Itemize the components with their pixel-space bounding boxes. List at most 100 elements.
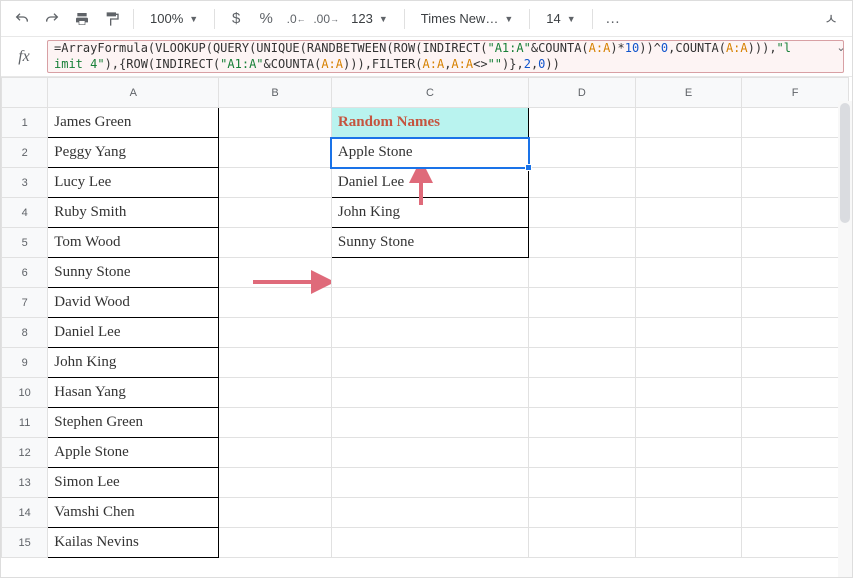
cell[interactable] <box>529 258 636 288</box>
cell[interactable] <box>635 228 742 258</box>
format-dropdown[interactable]: 123▼ <box>343 11 396 26</box>
cell[interactable] <box>742 258 849 288</box>
cell[interactable] <box>529 468 636 498</box>
row-header[interactable]: 4 <box>2 198 48 228</box>
font-dropdown[interactable]: Times New…▼ <box>413 11 521 26</box>
col-header-F[interactable]: F <box>742 78 849 108</box>
cell[interactable] <box>529 138 636 168</box>
cell[interactable] <box>219 318 332 348</box>
increase-decimal-button[interactable]: .00→ <box>313 6 339 32</box>
print-button[interactable] <box>69 6 95 32</box>
collapse-formula-icon[interactable]: ⌄ <box>833 41 849 57</box>
cell[interactable]: Tom Wood <box>48 228 219 258</box>
cell[interactable] <box>742 228 849 258</box>
cell[interactable] <box>635 258 742 288</box>
cell[interactable] <box>635 288 742 318</box>
row-header[interactable]: 12 <box>2 438 48 468</box>
col-header-A[interactable]: A <box>48 78 219 108</box>
cell[interactable]: Apple Stone <box>48 438 219 468</box>
cell[interactable] <box>635 468 742 498</box>
cell[interactable] <box>219 378 332 408</box>
more-button[interactable]: … <box>601 6 627 32</box>
row-header[interactable]: 1 <box>2 108 48 138</box>
percent-button[interactable]: % <box>253 6 279 32</box>
select-all-corner[interactable] <box>2 78 48 108</box>
cell[interactable] <box>635 408 742 438</box>
cell[interactable] <box>742 348 849 378</box>
cell[interactable]: Lucy Lee <box>48 168 219 198</box>
cell[interactable] <box>219 138 332 168</box>
vertical-scrollbar[interactable] <box>838 101 852 577</box>
cell[interactable] <box>635 168 742 198</box>
cell[interactable] <box>219 498 332 528</box>
cell[interactable]: Simon Lee <box>48 468 219 498</box>
cell[interactable] <box>529 408 636 438</box>
row-header[interactable]: 3 <box>2 168 48 198</box>
row-header[interactable]: 8 <box>2 318 48 348</box>
row-header[interactable]: 10 <box>2 378 48 408</box>
cell[interactable]: Hasan Yang <box>48 378 219 408</box>
cell[interactable] <box>742 288 849 318</box>
col-header-C[interactable]: C <box>331 78 528 108</box>
cell[interactable] <box>635 498 742 528</box>
cell[interactable]: Peggy Yang <box>48 138 219 168</box>
cell[interactable] <box>529 108 636 138</box>
cell[interactable]: Kailas Nevins <box>48 528 219 558</box>
cell[interactable] <box>742 198 849 228</box>
redo-button[interactable] <box>39 6 65 32</box>
paint-format-button[interactable] <box>99 6 125 32</box>
cell[interactable] <box>219 198 332 228</box>
row-header[interactable]: 13 <box>2 468 48 498</box>
cell[interactable] <box>219 228 332 258</box>
cell[interactable] <box>529 228 636 258</box>
row-header[interactable]: 11 <box>2 408 48 438</box>
cell[interactable] <box>742 498 849 528</box>
decrease-decimal-button[interactable]: .0← <box>283 6 309 32</box>
cell[interactable] <box>219 468 332 498</box>
cell[interactable]: John King <box>331 198 528 228</box>
expand-up-icon[interactable]: ㅅ <box>818 6 844 32</box>
cell[interactable]: John King <box>48 348 219 378</box>
cell[interactable] <box>635 438 742 468</box>
spreadsheet-grid[interactable]: A B C D E F 1James GreenRandom Names2Peg… <box>1 77 852 577</box>
cell[interactable] <box>529 438 636 468</box>
cell[interactable] <box>635 378 742 408</box>
row-header[interactable]: 14 <box>2 498 48 528</box>
cell[interactable] <box>331 438 528 468</box>
cell[interactable] <box>529 348 636 378</box>
cell[interactable]: James Green <box>48 108 219 138</box>
cell[interactable] <box>742 168 849 198</box>
cell[interactable]: Random Names <box>331 108 528 138</box>
cell[interactable] <box>742 528 849 558</box>
row-header[interactable]: 15 <box>2 528 48 558</box>
cell[interactable] <box>331 258 528 288</box>
cell[interactable] <box>742 108 849 138</box>
cell[interactable] <box>331 348 528 378</box>
zoom-dropdown[interactable]: 100%▼ <box>142 11 206 26</box>
cell[interactable]: Daniel Lee <box>48 318 219 348</box>
cell[interactable] <box>331 528 528 558</box>
cell[interactable] <box>529 198 636 228</box>
cell[interactable] <box>529 318 636 348</box>
row-header[interactable]: 2 <box>2 138 48 168</box>
cell[interactable] <box>742 138 849 168</box>
cell[interactable] <box>331 498 528 528</box>
cell[interactable] <box>219 258 332 288</box>
cell[interactable] <box>219 348 332 378</box>
cell[interactable] <box>635 348 742 378</box>
cell[interactable] <box>742 378 849 408</box>
cell[interactable] <box>331 288 528 318</box>
undo-button[interactable] <box>9 6 35 32</box>
row-header[interactable]: 9 <box>2 348 48 378</box>
cell[interactable] <box>331 378 528 408</box>
cell[interactable]: Daniel Lee <box>331 168 528 198</box>
cell[interactable] <box>742 408 849 438</box>
cell[interactable]: Stephen Green <box>48 408 219 438</box>
cell[interactable] <box>331 318 528 348</box>
col-header-E[interactable]: E <box>635 78 742 108</box>
cell[interactable] <box>529 498 636 528</box>
cell[interactable] <box>331 408 528 438</box>
currency-button[interactable]: $ <box>223 6 249 32</box>
cell[interactable] <box>529 168 636 198</box>
cell[interactable] <box>219 528 332 558</box>
